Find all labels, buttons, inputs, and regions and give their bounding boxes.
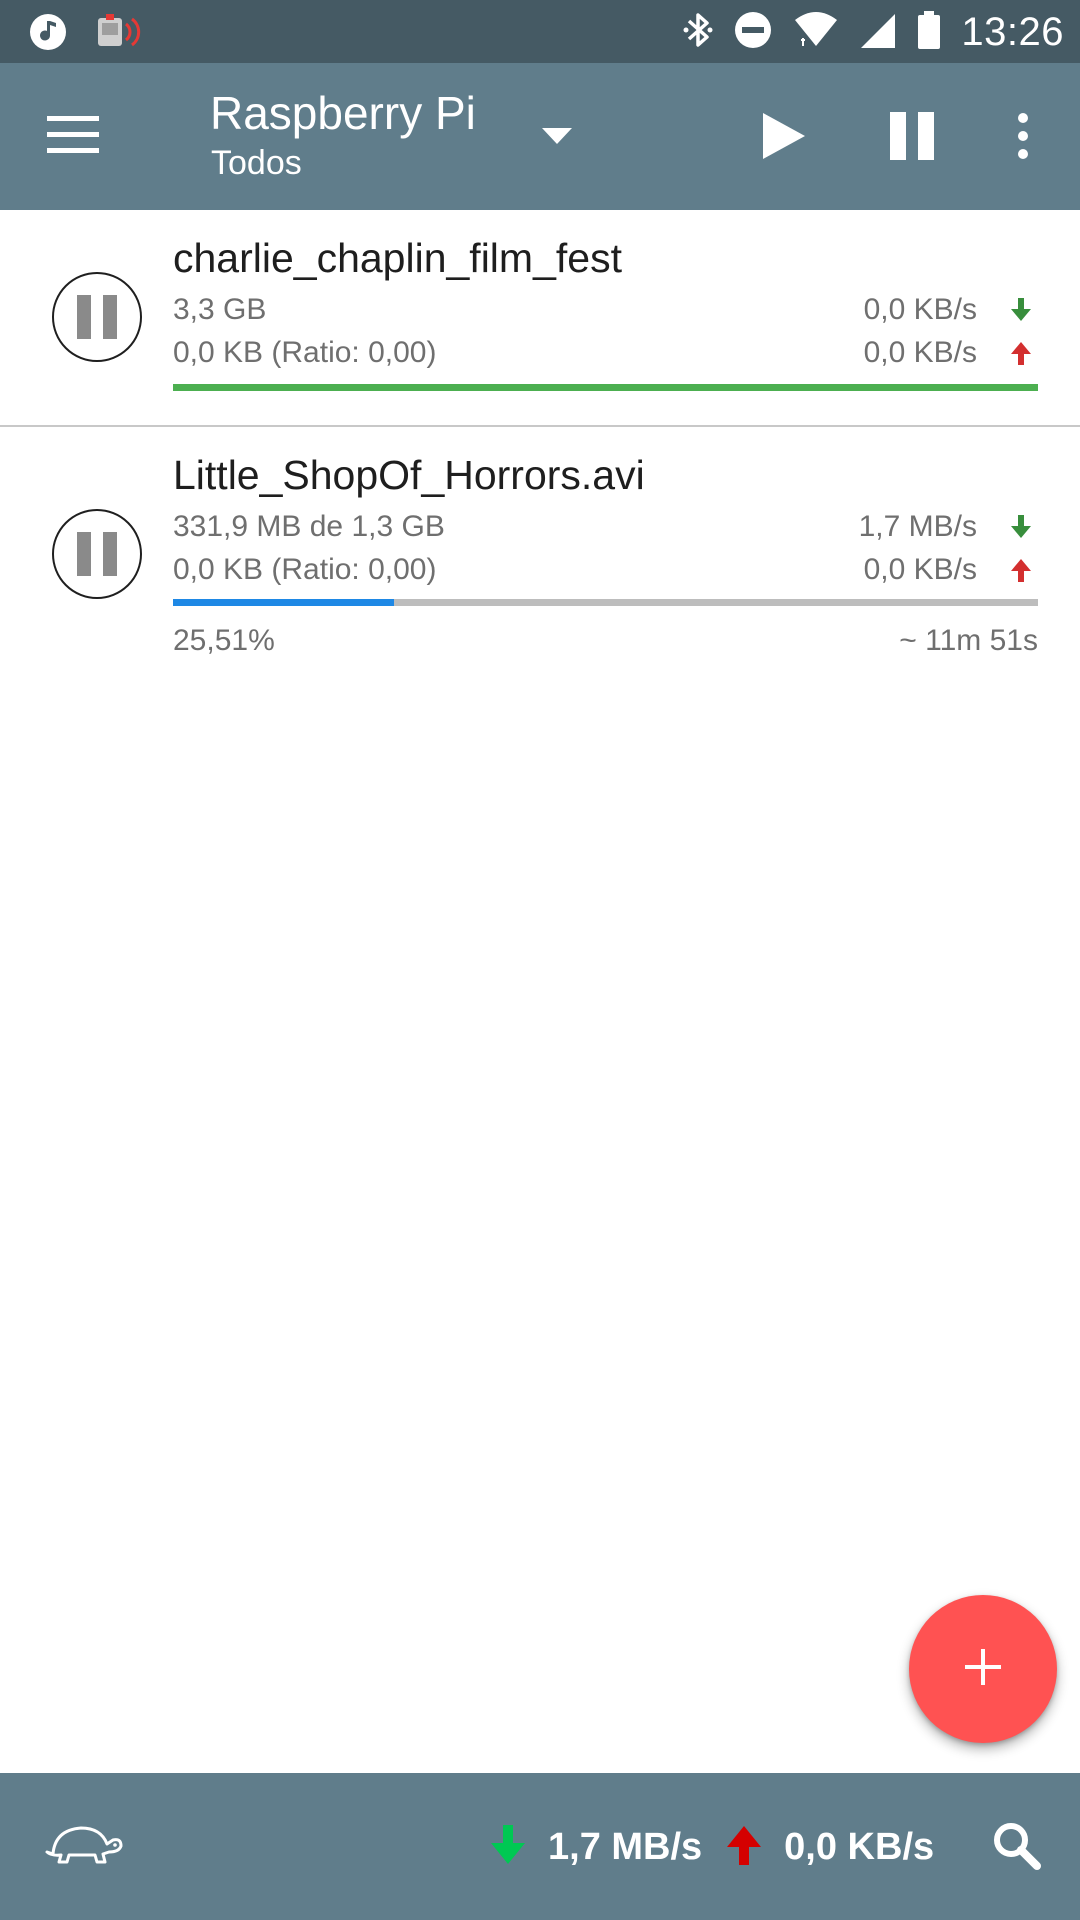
status-bar: 13:26 (0, 0, 1080, 63)
more-vert-icon (1017, 112, 1029, 164)
torrent-percent: 25,51% (173, 624, 275, 657)
torrent-download-speed: 1,7 MB/s (858, 510, 977, 543)
system-icons: 13:26 (683, 8, 1064, 56)
total-upload-speed: 0,0 KB/s (784, 1825, 935, 1868)
progress-fill (173, 599, 394, 606)
music-note-icon (28, 12, 68, 57)
bluetooth-icon (683, 10, 713, 55)
torrent-size: 3,3 GB (173, 293, 267, 326)
pause-icon-bar (103, 295, 117, 339)
pause-all-button[interactable] (874, 103, 950, 173)
cast-screen-icon (96, 12, 144, 57)
plus-icon (963, 1647, 1003, 1692)
upload-arrow-icon (1010, 558, 1032, 582)
search-button[interactable] (986, 1817, 1046, 1877)
do-not-disturb-icon (733, 10, 773, 55)
total-download-speed: 1,7 MB/s (548, 1825, 703, 1868)
upload-arrow-icon (1010, 341, 1032, 365)
torrent-upload-speed: 0,0 KB/s (863, 553, 977, 586)
torrent-download-speed: 0,0 KB/s (863, 293, 977, 326)
progress-fill (173, 384, 1038, 391)
torrent-item[interactable]: Little_ShopOf_Horrors.avi 331,9 MB de 1,… (0, 427, 1080, 667)
server-title[interactable]: Raspberry Pi (210, 87, 476, 139)
start-all-button[interactable] (746, 103, 822, 173)
wifi-icon (793, 10, 839, 55)
torrent-eta: ~ 11m 51s (899, 624, 1038, 657)
torrent-name: Little_ShopOf_Horrors.avi (173, 452, 645, 498)
torrent-upload-speed: 0,0 KB/s (863, 336, 977, 369)
pause-icon-bar (103, 532, 117, 576)
torrent-uploaded: 0,0 KB (Ratio: 0,00) (173, 336, 437, 369)
clock: 13:26 (961, 9, 1064, 54)
torrent-size: 331,9 MB de 1,3 GB (173, 510, 445, 543)
pause-icon-bar (77, 295, 91, 339)
menu-button[interactable] (34, 107, 112, 167)
add-torrent-button[interactable] (909, 1595, 1057, 1743)
torrent-progress-bar (173, 599, 1038, 606)
signal-icon (859, 10, 897, 55)
download-arrow-icon (1010, 298, 1032, 322)
turtle-icon (43, 1822, 123, 1871)
upload-arrow-icon (726, 1825, 762, 1870)
pause-icon (888, 111, 936, 165)
bottom-bar: 1,7 MB/s 0,0 KB/s (0, 1773, 1080, 1920)
download-arrow-icon (1010, 515, 1032, 539)
torrent-item[interactable]: charlie_chaplin_film_fest 3,3 GB 0,0 KB … (0, 210, 1080, 425)
filter-subtitle[interactable]: Todos (211, 143, 302, 183)
torrent-pause-button[interactable] (52, 509, 142, 599)
play-icon (761, 111, 807, 166)
search-icon (991, 1820, 1041, 1875)
total-speed: 1,7 MB/s 0,0 KB/s (490, 1821, 934, 1873)
download-arrow-icon (490, 1824, 526, 1870)
torrent-uploaded: 0,0 KB (Ratio: 0,00) (173, 553, 437, 586)
torrent-pause-button[interactable] (52, 272, 142, 362)
dropdown-arrow-icon (542, 127, 572, 149)
server-dropdown[interactable] (530, 113, 584, 163)
menu-icon (47, 115, 99, 159)
battery-icon (917, 10, 941, 55)
notification-icons (28, 12, 144, 57)
app-bar: Raspberry Pi Todos (0, 63, 1080, 210)
overflow-menu-button[interactable] (1000, 103, 1046, 173)
torrent-progress-bar (173, 384, 1038, 391)
torrent-name: charlie_chaplin_film_fest (173, 235, 622, 281)
pause-icon-bar (77, 532, 91, 576)
alt-speed-toggle[interactable] (40, 1815, 126, 1877)
